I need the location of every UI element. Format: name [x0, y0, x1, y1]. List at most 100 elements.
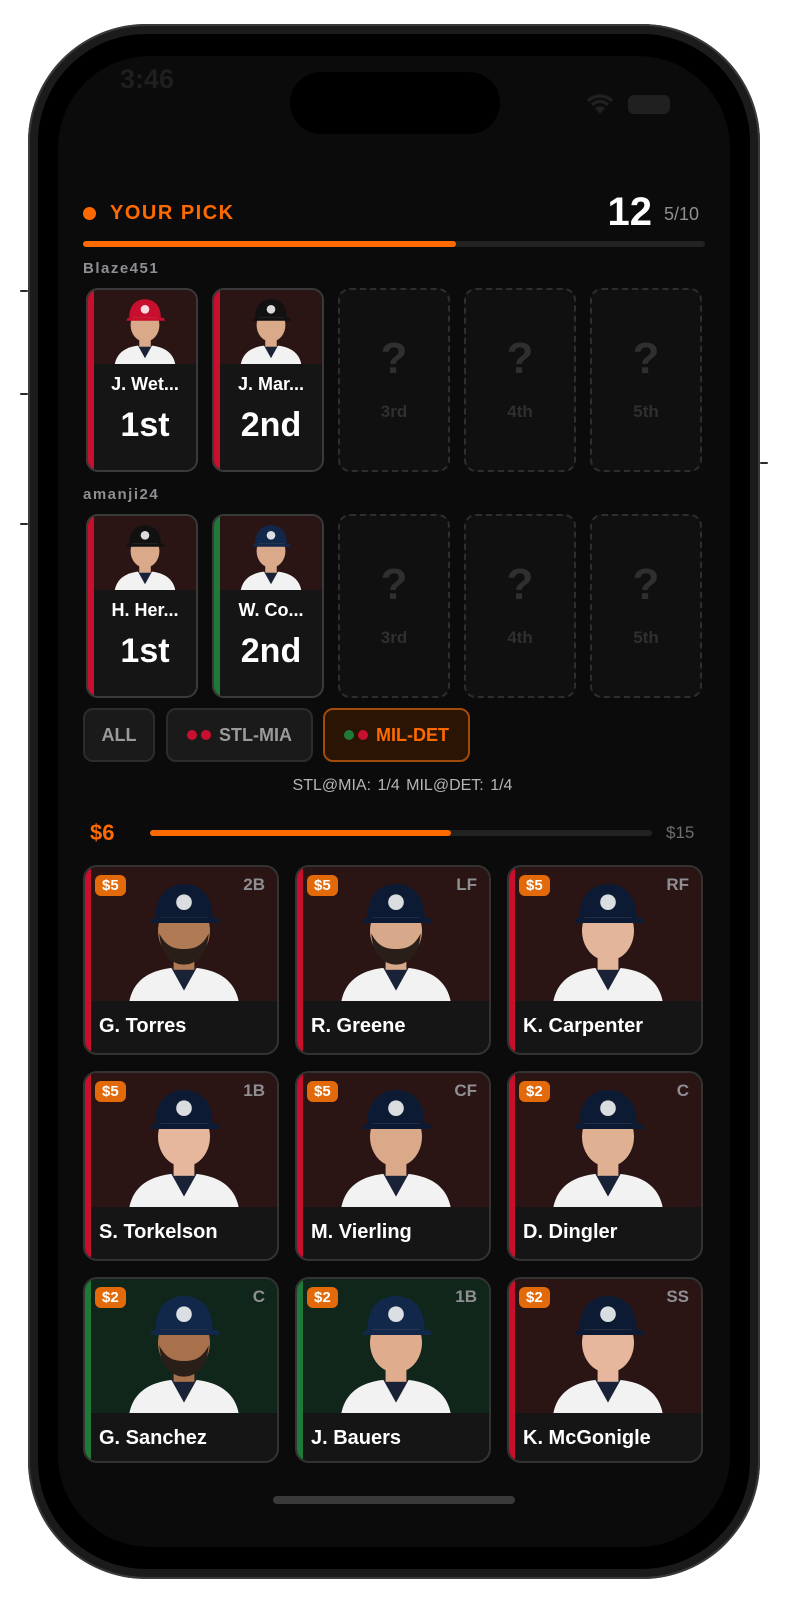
player-card[interactable]: $5 LF R. Greene: [295, 865, 491, 1055]
player-photo: [114, 299, 176, 364]
player-photo: [553, 1296, 663, 1413]
team-dot-icon: [358, 730, 368, 740]
question-mark-icon: ?: [380, 560, 408, 609]
wifi-icon: [586, 94, 614, 114]
budget-bar-fill: [150, 830, 452, 836]
position-label: LF: [456, 875, 477, 894]
player-photo: [341, 1090, 451, 1207]
player-name: K. Carpenter: [523, 1015, 644, 1037]
pick-rank: 2nd: [240, 632, 302, 670]
player-photo: [553, 884, 663, 1001]
price-badge: $5: [519, 875, 550, 896]
player-photo-area: [94, 516, 196, 590]
team-dot-icon: [187, 730, 197, 740]
player-photo: [129, 884, 239, 1001]
player-name: J. Bauers: [311, 1427, 402, 1449]
filter-chip-label: STL-MIA: [219, 724, 292, 745]
price-badge: $5: [307, 1081, 338, 1102]
pick-rank: 4th: [507, 402, 533, 421]
player-card[interactable]: $5 RF K. Carpenter: [507, 865, 703, 1055]
player-photo: [240, 299, 302, 364]
price-badge: $2: [519, 1287, 550, 1308]
status-time: 3:46: [120, 64, 175, 94]
drafted-player-name: H. Her...: [111, 600, 179, 620]
drafted-player-slot: J. Wet... 1st: [86, 288, 198, 472]
price-badge: $5: [95, 875, 126, 896]
budget-bar: [150, 830, 652, 836]
budget-used: $6: [90, 820, 115, 845]
player-photo: [341, 884, 451, 1001]
player-photo: [129, 1090, 239, 1207]
pick-rank: 4th: [507, 628, 533, 647]
player-name: S. Torkelson: [99, 1221, 218, 1243]
position-label: CF: [454, 1081, 477, 1100]
player-name: G. Sanchez: [99, 1427, 207, 1449]
live-dot-icon: [83, 207, 96, 220]
battery-icon: [628, 95, 670, 114]
player-card[interactable]: $2 C D. Dingler: [507, 1071, 703, 1261]
price-badge: $2: [519, 1081, 550, 1102]
player-name: R. Greene: [311, 1015, 406, 1037]
matchup-pick-counts: STL@MIA: 1/4 MIL@DET: 1/4: [292, 777, 513, 794]
pick-rank: 5th: [633, 402, 659, 421]
player-card[interactable]: $2 SS K. McGonigle: [507, 1277, 703, 1463]
question-mark-icon: ?: [632, 560, 660, 609]
position-label: 1B: [243, 1081, 265, 1100]
player-card[interactable]: $5 CF M. Vierling: [295, 1071, 491, 1261]
price-badge: $5: [307, 875, 338, 896]
price-badge: $2: [307, 1287, 338, 1308]
empty-pick-slot: ? 3rd: [338, 288, 450, 472]
price-badge: $5: [95, 1081, 126, 1102]
player-photo: [240, 525, 302, 590]
player-photo: [114, 525, 176, 590]
position-label: SS: [666, 1287, 689, 1306]
drafted-player-slot: W. Co... 2nd: [212, 514, 324, 698]
position-label: C: [676, 1081, 689, 1100]
player-card[interactable]: $5 2B G. Torres: [83, 865, 279, 1055]
team-name: Blaze451: [83, 260, 160, 277]
player-name: D. Dingler: [523, 1221, 618, 1243]
team-name: amanji24: [83, 486, 160, 503]
empty-pick-slot: ? 4th: [464, 288, 576, 472]
empty-pick-slot: ? 4th: [464, 514, 576, 698]
dynamic-island: [290, 72, 500, 134]
team-dot-icon: [344, 730, 354, 740]
player-card[interactable]: $5 1B S. Torkelson: [83, 1071, 279, 1261]
filter-chip-all[interactable]: ALL: [83, 708, 155, 762]
drafted-player-name: J. Wet...: [111, 374, 179, 394]
filter-chip-stl-mia[interactable]: STL-MIA: [166, 708, 313, 762]
player-photo: [341, 1296, 451, 1413]
pick-rank: 1st: [120, 632, 170, 670]
question-mark-icon: ?: [632, 334, 660, 383]
filter-chip-label: ALL: [101, 724, 137, 745]
player-photo-area: [220, 290, 322, 364]
pick-progress-bar: [83, 241, 705, 247]
player-photo-area: [220, 516, 322, 590]
drafted-player-name: J. Mar...: [237, 374, 305, 394]
filter-chip-label: MIL-DET: [376, 724, 449, 745]
player-card[interactable]: $2 1B J. Bauers: [295, 1277, 491, 1463]
empty-pick-slot: ? 5th: [590, 288, 702, 472]
pick-rank: 3rd: [380, 402, 408, 421]
player-photo: [553, 1090, 663, 1207]
home-indicator[interactable]: [273, 1496, 515, 1504]
budget-max: $15: [666, 823, 695, 842]
position-label: RF: [666, 875, 689, 894]
question-mark-icon: ?: [506, 560, 534, 609]
app-content: 3:46 YOUR PICK 12 5/10 Blaze451 J. Wet...…: [0, 0, 805, 1606]
filter-chip-mil-det[interactable]: MIL-DET: [323, 708, 470, 762]
pick-rank: 1st: [120, 406, 170, 444]
your-pick-label: YOUR PICK: [110, 202, 235, 224]
player-photo: [129, 1296, 239, 1413]
player-card[interactable]: $2 C G. Sanchez: [83, 1277, 279, 1463]
pick-count: 5/10: [664, 204, 700, 224]
position-label: C: [252, 1287, 265, 1306]
pick-rank: 3rd: [380, 628, 408, 647]
drafted-player-name: W. Co...: [238, 600, 304, 620]
empty-pick-slot: ? 5th: [590, 514, 702, 698]
price-badge: $2: [95, 1287, 126, 1308]
question-mark-icon: ?: [380, 334, 408, 383]
empty-pick-slot: ? 3rd: [338, 514, 450, 698]
pick-rank: 5th: [633, 628, 659, 647]
position-label: 1B: [455, 1287, 477, 1306]
